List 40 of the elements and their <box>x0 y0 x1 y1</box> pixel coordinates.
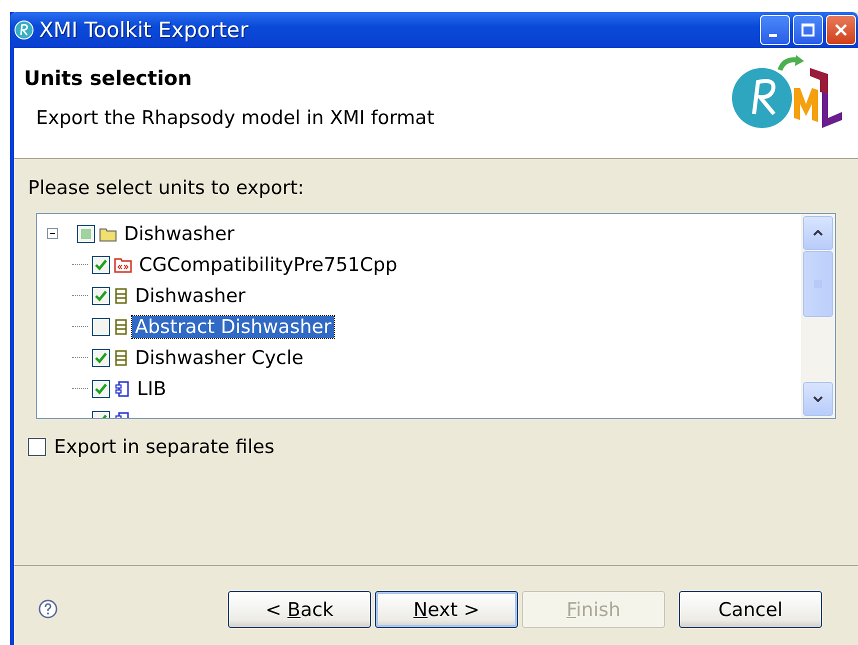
collapse-icon[interactable] <box>47 228 58 239</box>
checkbox[interactable] <box>92 286 110 304</box>
maximize-icon <box>801 23 815 37</box>
component-icon <box>114 380 130 398</box>
window-title: XMI Toolkit Exporter <box>39 18 250 42</box>
caret-up-icon <box>813 230 823 236</box>
class-icon <box>114 318 128 336</box>
checkbox[interactable] <box>92 256 110 274</box>
checkbox[interactable] <box>92 318 110 336</box>
close-icon <box>834 23 848 37</box>
tree-item[interactable]: Dishwasher <box>121 222 238 244</box>
tree-item[interactable]: CGCompatibilityPre751Cpp <box>136 254 400 276</box>
tree-item[interactable]: Dishwasher <box>132 284 248 306</box>
checkbox[interactable] <box>28 438 46 456</box>
class-icon <box>114 286 128 304</box>
minimize-button[interactable] <box>760 15 790 45</box>
checkbox[interactable] <box>92 348 110 366</box>
page-title: Units selection <box>24 66 193 90</box>
back-button[interactable]: < Back <box>228 591 371 628</box>
cancel-button[interactable]: Cancel <box>679 591 822 628</box>
close-button[interactable] <box>826 15 856 45</box>
tree-item[interactable]: Abstract Dishwasher <box>132 316 334 338</box>
class-icon <box>114 348 128 366</box>
checkbox-option[interactable]: Export in separate files <box>28 436 858 458</box>
checkbox[interactable] <box>77 224 95 242</box>
checkbox[interactable] <box>92 380 110 398</box>
tree-item[interactable]: LIB <box>134 378 170 400</box>
next-button[interactable]: Next > <box>375 591 518 628</box>
vertical-scrollbar[interactable] <box>801 214 835 418</box>
maximize-button[interactable] <box>793 15 823 45</box>
folder-icon <box>99 226 117 242</box>
minimize-icon <box>769 34 777 36</box>
help-icon[interactable] <box>38 599 58 619</box>
scroll-thumb[interactable] <box>803 251 833 317</box>
caret-down-icon <box>813 396 823 402</box>
package-icon <box>114 256 132 274</box>
instruction-label: Please select units to export: <box>28 177 306 199</box>
tree-item[interactable]: Dishwasher Cycle <box>132 346 306 368</box>
app-logo-icon <box>14 20 34 40</box>
page-description: Export the Rhapsody model in XMI format <box>36 107 434 129</box>
